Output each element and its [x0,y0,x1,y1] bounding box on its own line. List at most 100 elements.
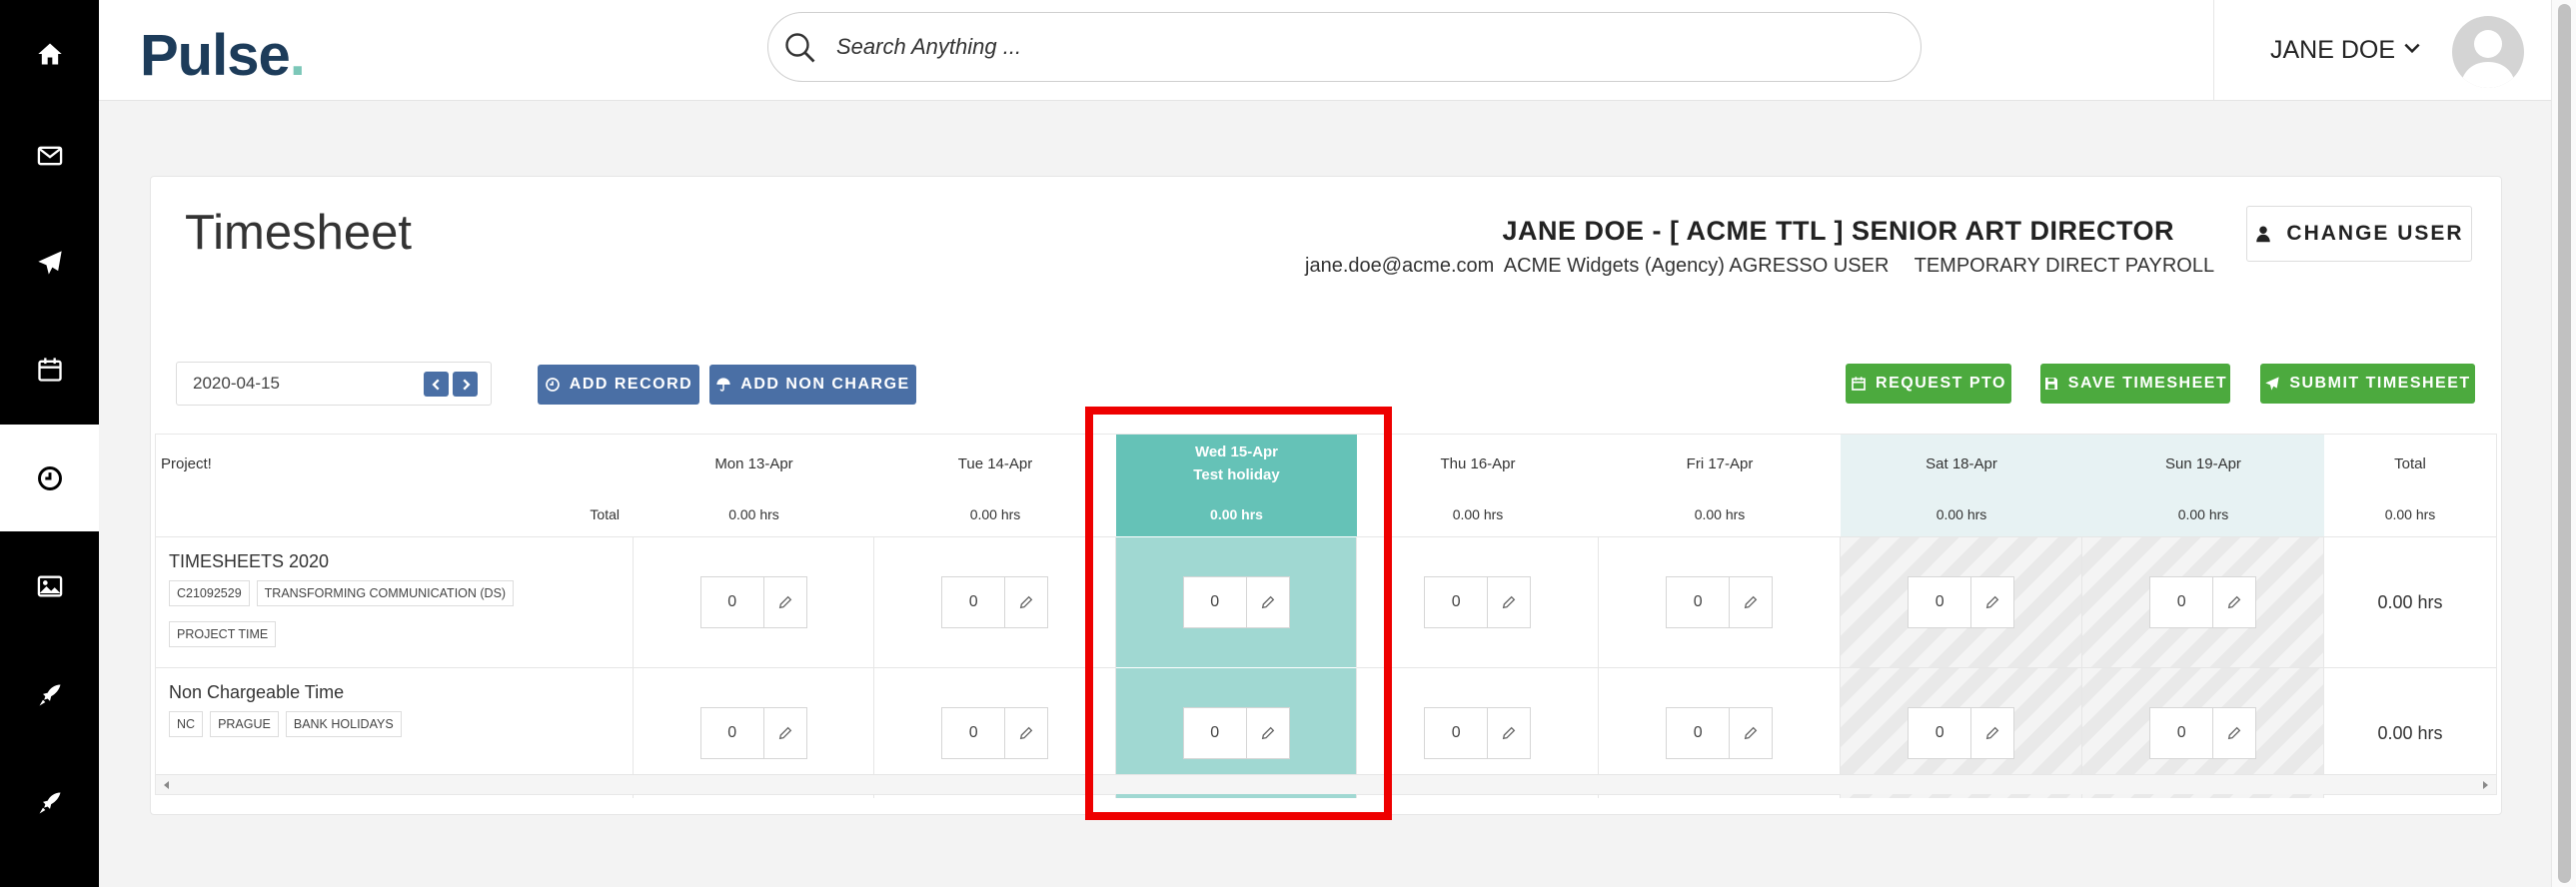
hours-input[interactable]: 0 [1666,576,1773,628]
user-menu[interactable]: JANE DOE [2213,0,2551,100]
avatar[interactable] [2452,16,2524,88]
edit-button[interactable] [1247,577,1289,627]
edit-button[interactable] [1488,708,1530,758]
day-total: 0.00 hrs [969,506,1021,522]
pencil-icon [1020,595,1033,609]
project-row-1[interactable]: TIMESHEETS 2020 C21092529 TRANSFORMING C… [156,536,634,667]
hours-value[interactable]: 0 [1667,708,1731,758]
day-total: 0.00 hrs [1452,506,1504,522]
hours-input[interactable]: 0 [1182,576,1290,628]
horizontal-scrollbar[interactable] [156,774,2496,794]
hours-value[interactable]: 0 [2150,708,2214,758]
pencil-icon [1261,726,1274,740]
hours-value[interactable]: 0 [2150,577,2214,627]
chevron-right-icon [462,379,471,390]
nav-mail[interactable] [0,102,99,209]
edit-button[interactable] [764,577,806,627]
hours-value[interactable]: 0 [942,708,1006,758]
clock-icon [37,465,62,490]
holiday-name: Test holiday [1193,466,1280,483]
date-input[interactable] [193,371,413,397]
employee-email: jane.doe@acme.com [1305,255,1495,277]
change-user-button[interactable]: CHANGE USER [2246,206,2472,262]
hours-cell: 0 [2082,536,2324,667]
send-icon [2265,377,2279,391]
hours-value[interactable]: 0 [942,577,1006,627]
nav-calendar[interactable] [0,316,99,423]
edit-button[interactable] [764,708,806,758]
add-record-button[interactable]: ADD RECORD [538,365,699,405]
grand-total: 0.00 hrs [2384,506,2436,522]
day-total: 0.00 hrs [1116,492,1357,536]
hours-input[interactable]: 0 [699,707,807,759]
edit-button[interactable] [1730,708,1772,758]
hours-input[interactable]: 0 [1424,707,1531,759]
hours-value[interactable]: 0 [701,577,764,627]
next-week-button[interactable] [453,372,478,397]
employee-company: ACME Widgets (Agency) AGRESSO USER [1503,255,1890,277]
pencil-icon [1745,595,1758,609]
hours-value[interactable]: 0 [1184,708,1247,758]
timesheet-grid: Project! Total TIMESHEETS 2020 C21092529… [155,434,2497,798]
hours-input[interactable]: 0 [941,576,1048,628]
submit-timesheet-button[interactable]: SUBMIT TIMESHEET [2260,364,2475,404]
hours-input[interactable]: 0 [1424,576,1531,628]
user-name[interactable]: JANE DOE [2270,36,2395,65]
hours-value[interactable]: 0 [701,708,764,758]
hours-value[interactable]: 0 [1909,708,1972,758]
search-input[interactable] [836,27,1896,67]
chevron-down-icon[interactable] [2402,38,2422,58]
hours-value[interactable]: 0 [1909,577,1972,627]
edit-button[interactable] [1730,577,1772,627]
request-pto-button[interactable]: REQUEST PTO [1846,364,2011,404]
scroll-left-icon[interactable] [162,780,172,790]
save-timesheet-button[interactable]: SAVE TIMESHEET [2040,364,2230,404]
nav-send[interactable] [0,209,99,316]
hours-input[interactable]: 0 [1666,707,1773,759]
previous-week-button[interactable] [424,372,449,397]
week-date-picker[interactable] [176,362,492,406]
hours-value[interactable]: 0 [1667,577,1731,627]
vertical-scrollbar[interactable] [2551,0,2576,887]
edit-button[interactable] [1005,708,1047,758]
search-bar[interactable] [767,12,1922,82]
hours-input[interactable]: 0 [1908,576,2014,628]
hours-input[interactable]: 0 [2149,576,2256,628]
edit-button[interactable] [2213,708,2255,758]
change-user-label: CHANGE USER [2286,222,2464,245]
hours-value[interactable]: 0 [1425,577,1489,627]
project-tag: BANK HOLIDAYS [285,711,402,737]
scroll-right-icon[interactable] [2480,780,2490,790]
hours-value[interactable]: 0 [1425,708,1489,758]
nav-rocket-2[interactable] [0,749,99,856]
project-tag: PRAGUE [210,711,279,737]
add-non-charge-button[interactable]: ADD NON CHARGE [709,365,916,405]
hours-cell: 0 [1357,536,1599,667]
edit-button[interactable] [2213,577,2255,627]
scrollbar-thumb[interactable] [2558,4,2571,883]
day-header: Tue 14-Apr [957,454,1033,472]
total-header: Total [2394,454,2426,472]
hours-input[interactable]: 0 [699,576,807,628]
day-total: 0.00 hrs [2082,492,2324,536]
nav-home[interactable] [0,0,99,107]
nav-images[interactable] [0,532,99,639]
chevron-left-icon [431,379,440,390]
hours-input[interactable]: 0 [2149,707,2256,759]
edit-button[interactable] [1005,577,1047,627]
hours-value[interactable]: 0 [1184,577,1247,627]
hours-input[interactable]: 0 [941,707,1048,759]
day-column-sat: Sat 18-Apr 0.00 hrs 0 0 [1841,435,2082,798]
hours-input[interactable]: 0 [1182,707,1290,759]
edit-button[interactable] [1971,708,2013,758]
edit-button[interactable] [1488,577,1530,627]
edit-button[interactable] [1971,577,2013,627]
save-timesheet-label: SAVE TIMESHEET [2067,375,2228,392]
user-silhouette-icon [2460,30,2516,88]
edit-button[interactable] [1247,708,1289,758]
day-column-thu: Thu 16-Apr 0.00 hrs 0 0 [1357,435,1599,798]
pulse-logo[interactable]: Pulse. [140,22,306,89]
nav-rocket[interactable] [0,641,99,748]
hours-input[interactable]: 0 [1908,707,2014,759]
nav-timesheet[interactable] [0,425,99,531]
